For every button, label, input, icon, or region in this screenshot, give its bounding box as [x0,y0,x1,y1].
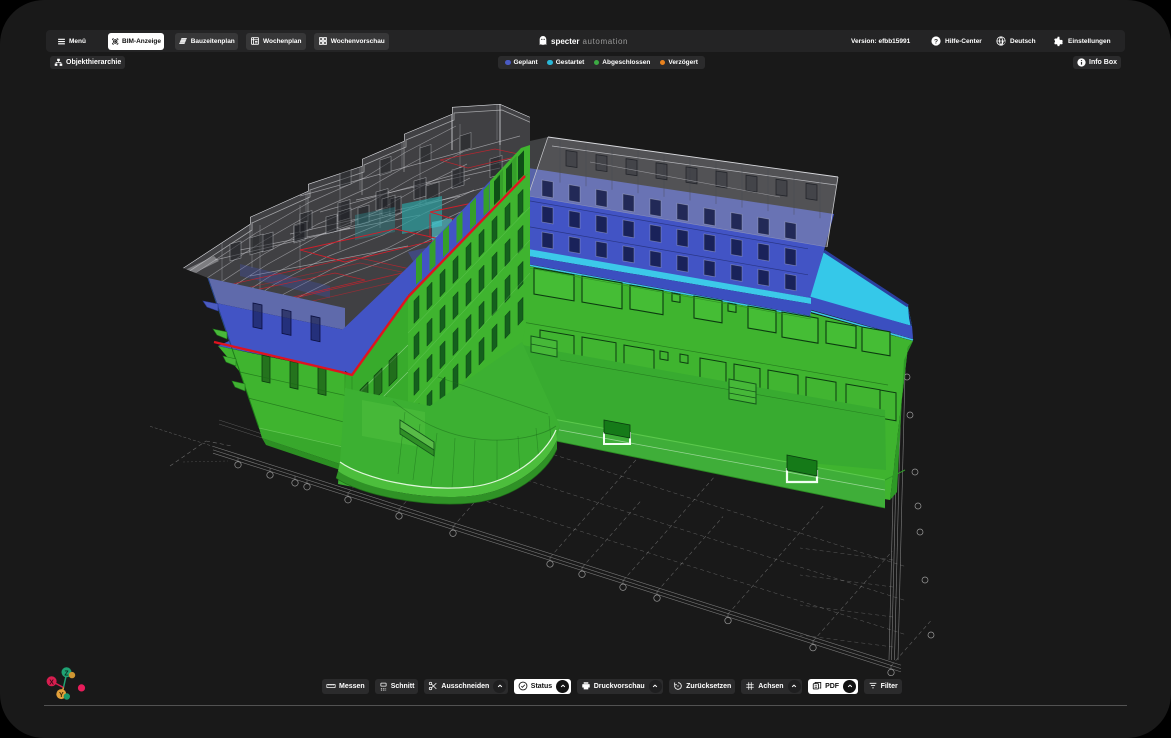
svg-text:Z: Z [64,670,69,677]
svg-text:X: X [49,679,54,686]
svg-text:?: ? [934,38,938,45]
svg-text:Y: Y [59,692,64,699]
